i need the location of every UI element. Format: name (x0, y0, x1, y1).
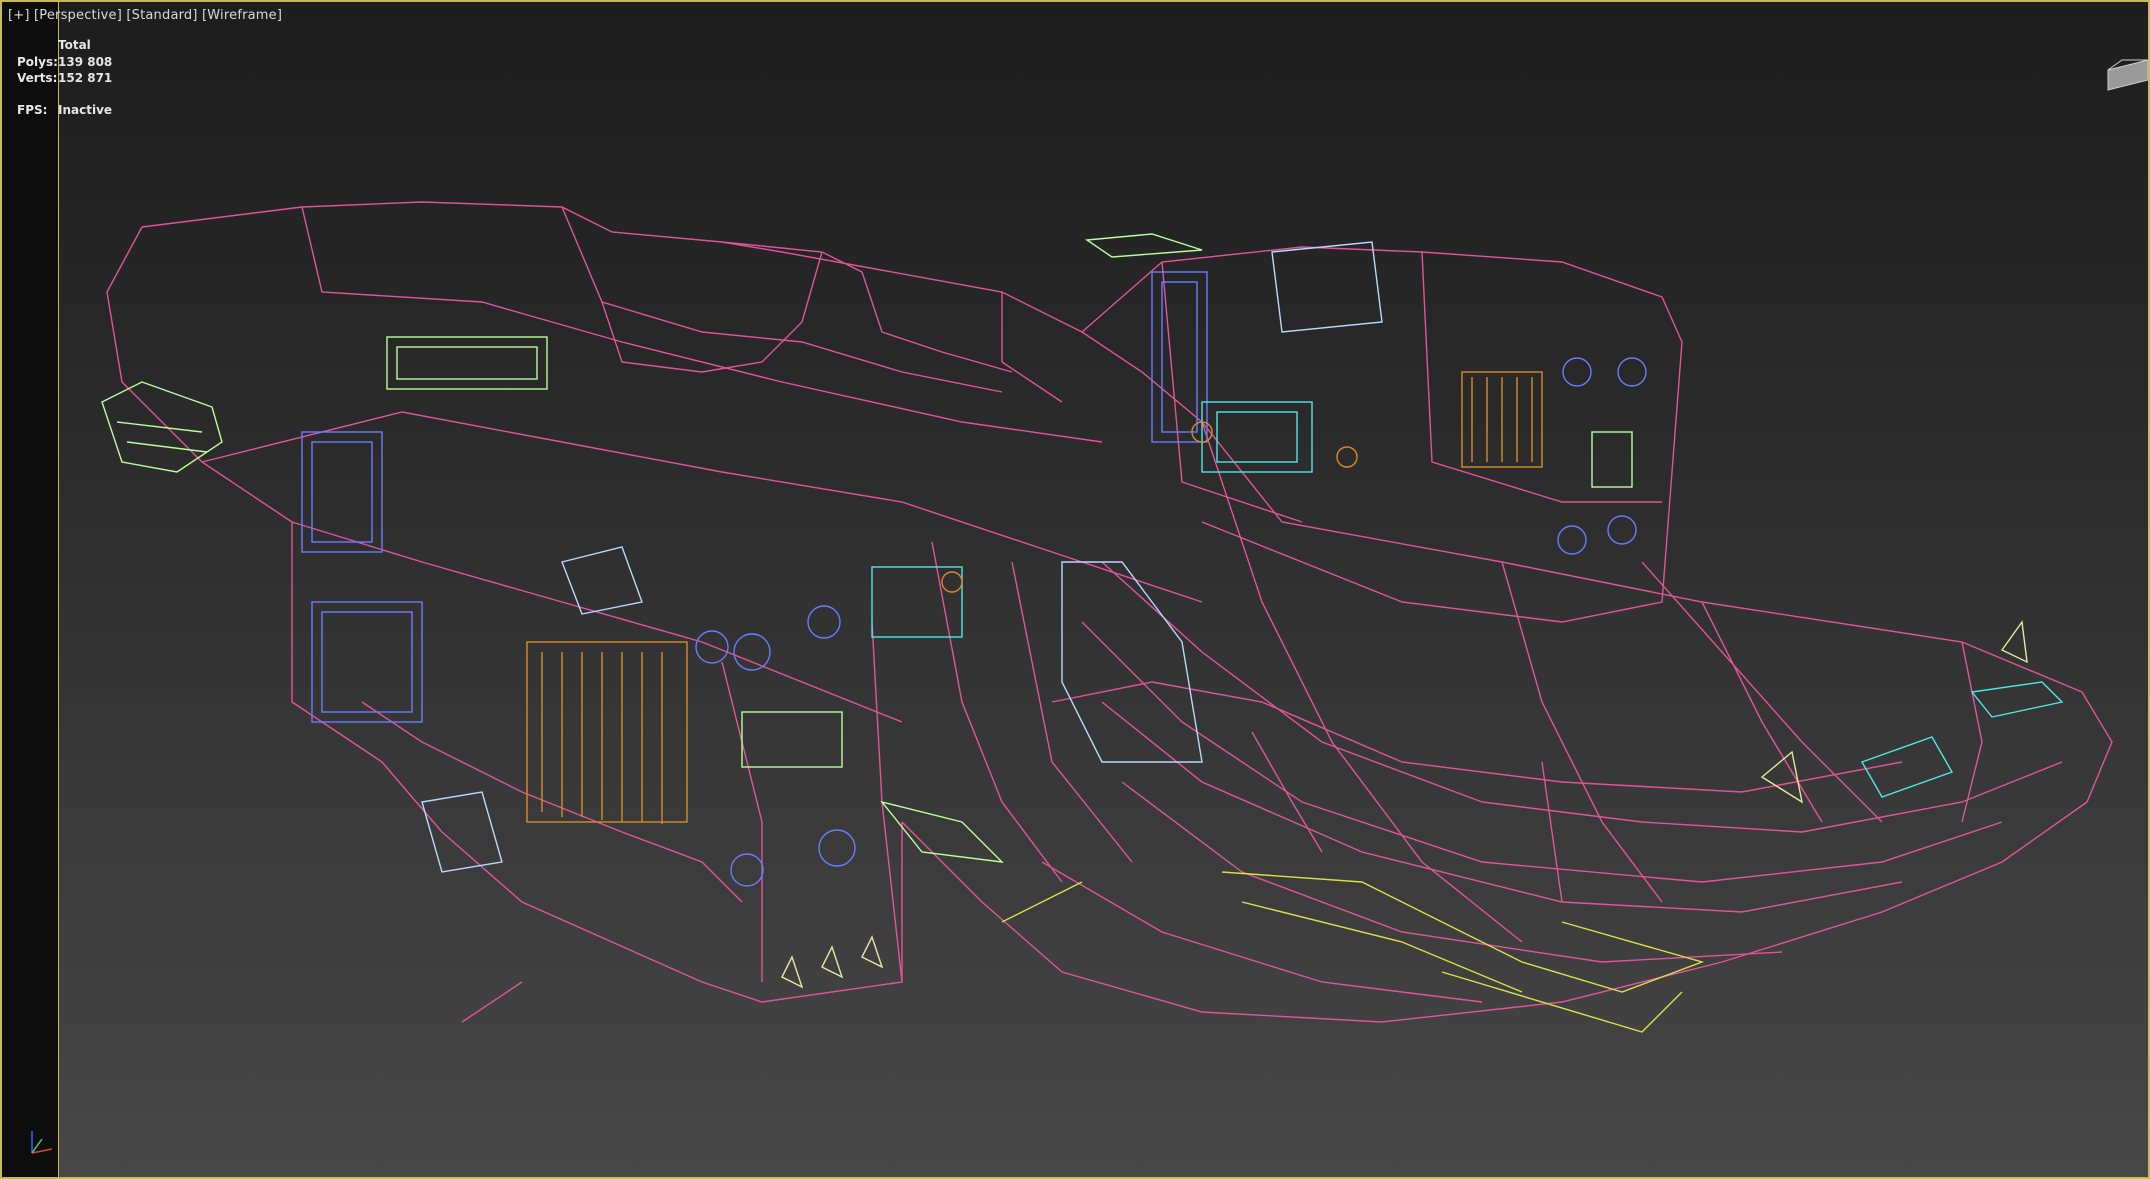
yellow-components (1001, 871, 1705, 1033)
blue-components (301, 271, 1647, 887)
wireframe-model[interactable] (2, 2, 2150, 1179)
viewcube-icon[interactable] (2102, 30, 2148, 100)
light-blue-components (421, 241, 1383, 873)
cyan-components (871, 401, 2064, 798)
perspective-viewport[interactable]: [+] [Perspective] [Standard] [Wireframe]… (0, 0, 2150, 1179)
green-components (101, 233, 1633, 863)
axis-tripod-icon (31, 1131, 53, 1154)
